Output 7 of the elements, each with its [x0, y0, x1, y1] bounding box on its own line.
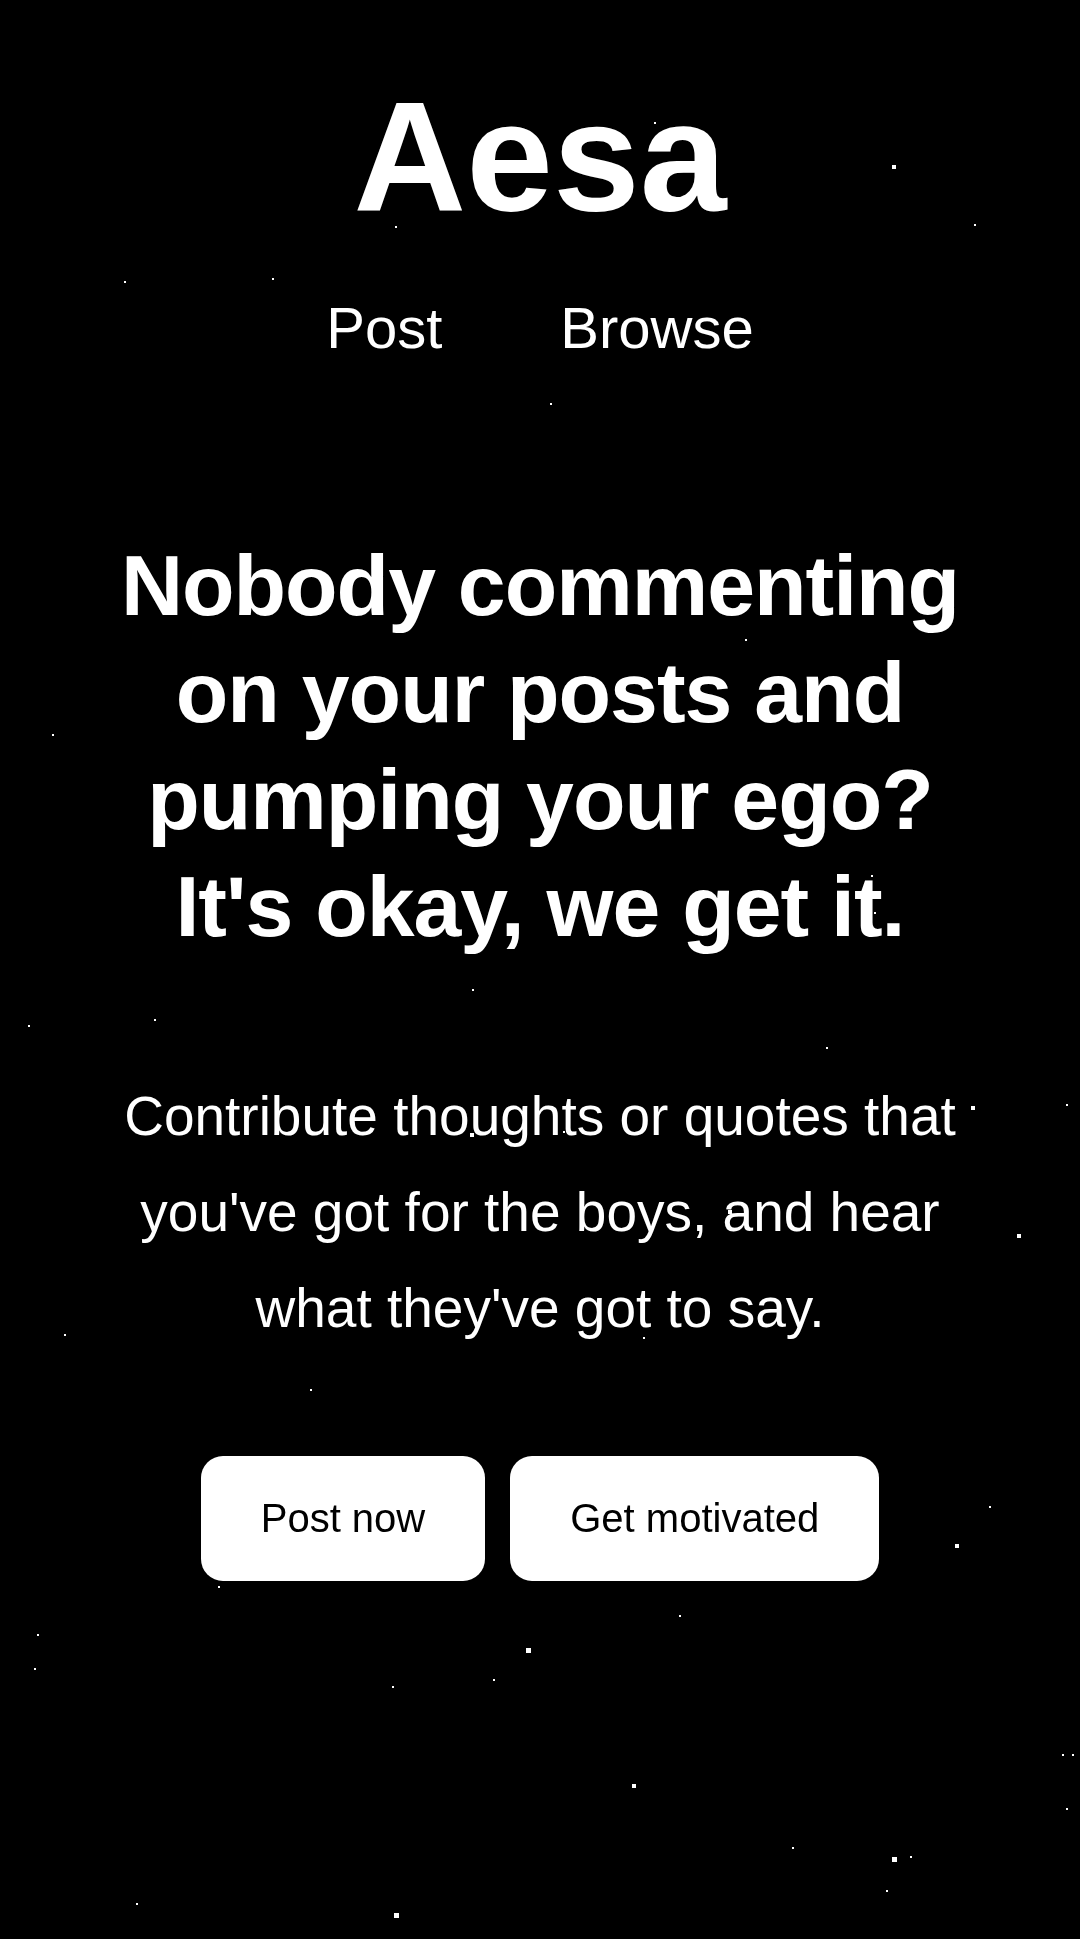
headline: Nobody commenting on your posts and pumping your ego? It's okay, we get it. [119, 535, 961, 956]
action-button[interactable]: Post now [200, 1455, 486, 1581]
brand-logo: Aesa [353, 78, 727, 234]
subtitle: Contribute thoughts or quotes that you've got for the boys, and hear what they've got to say. [123, 1083, 957, 1341]
action-button[interactable]: Get motivated [510, 1455, 880, 1581]
nav-link[interactable]: Browse [560, 296, 754, 360]
nav-link[interactable]: Post [326, 296, 443, 360]
